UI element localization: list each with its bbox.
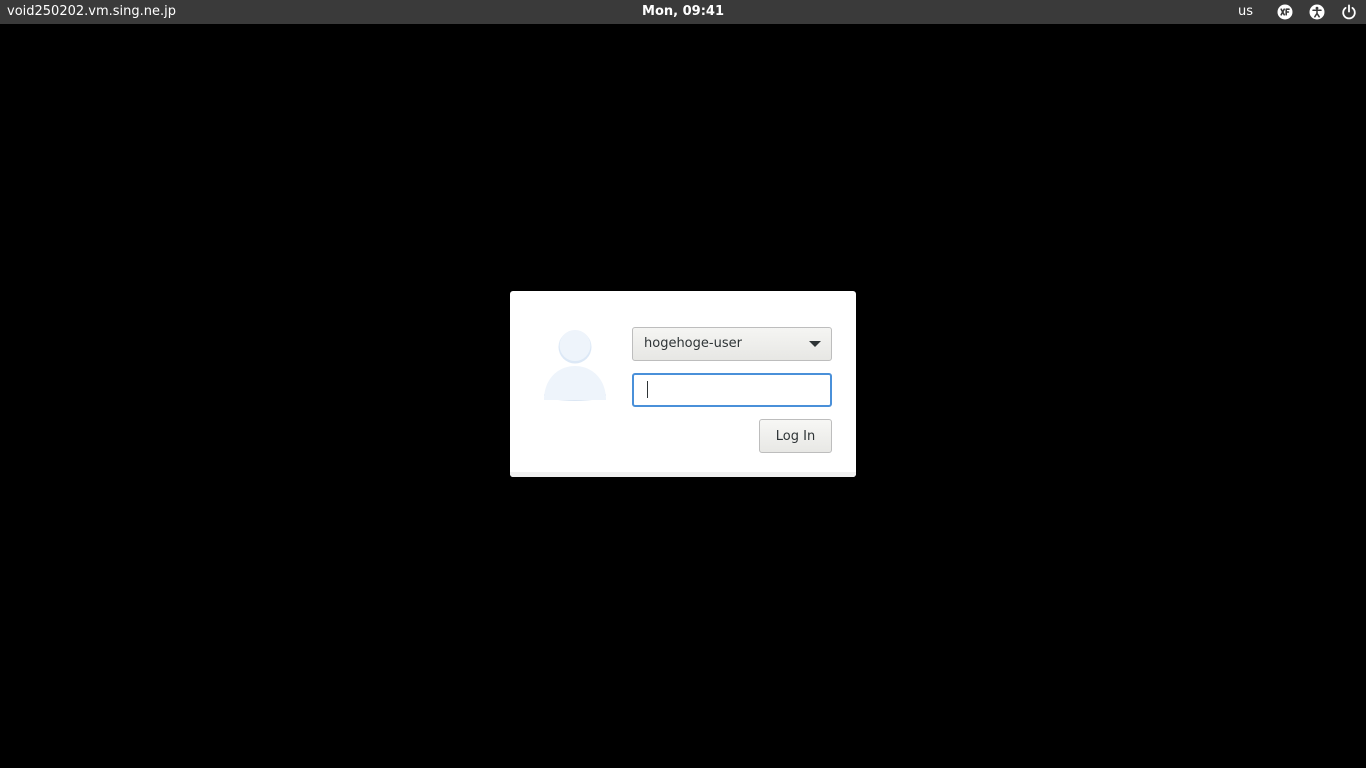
user-avatar-icon xyxy=(542,327,608,403)
clock-container: Mon, 09:41 xyxy=(0,4,1366,20)
top-panel: void250202.vm.sing.ne.jp Mon, 09:41 us xyxy=(0,0,1366,24)
chevron-down-icon xyxy=(809,341,821,347)
user-select-dropdown[interactable]: hogehoge-user xyxy=(632,327,832,361)
selected-user-label: hogehoge-user xyxy=(644,336,742,351)
power-icon[interactable] xyxy=(1340,3,1358,21)
xfce-icon[interactable] xyxy=(1276,3,1294,21)
log-in-button[interactable]: Log In xyxy=(759,419,832,453)
accessibility-icon[interactable] xyxy=(1308,3,1326,21)
hostname-label: void250202.vm.sing.ne.jp xyxy=(7,4,176,19)
keyboard-layout-indicator[interactable]: us xyxy=(1238,3,1253,21)
clock-label[interactable]: Mon, 09:41 xyxy=(642,4,724,19)
indicator-area: us xyxy=(1238,3,1358,21)
login-dialog: hogehoge-user Log In xyxy=(510,291,856,477)
dialog-bottom-edge xyxy=(510,472,856,477)
password-input[interactable] xyxy=(632,373,832,407)
